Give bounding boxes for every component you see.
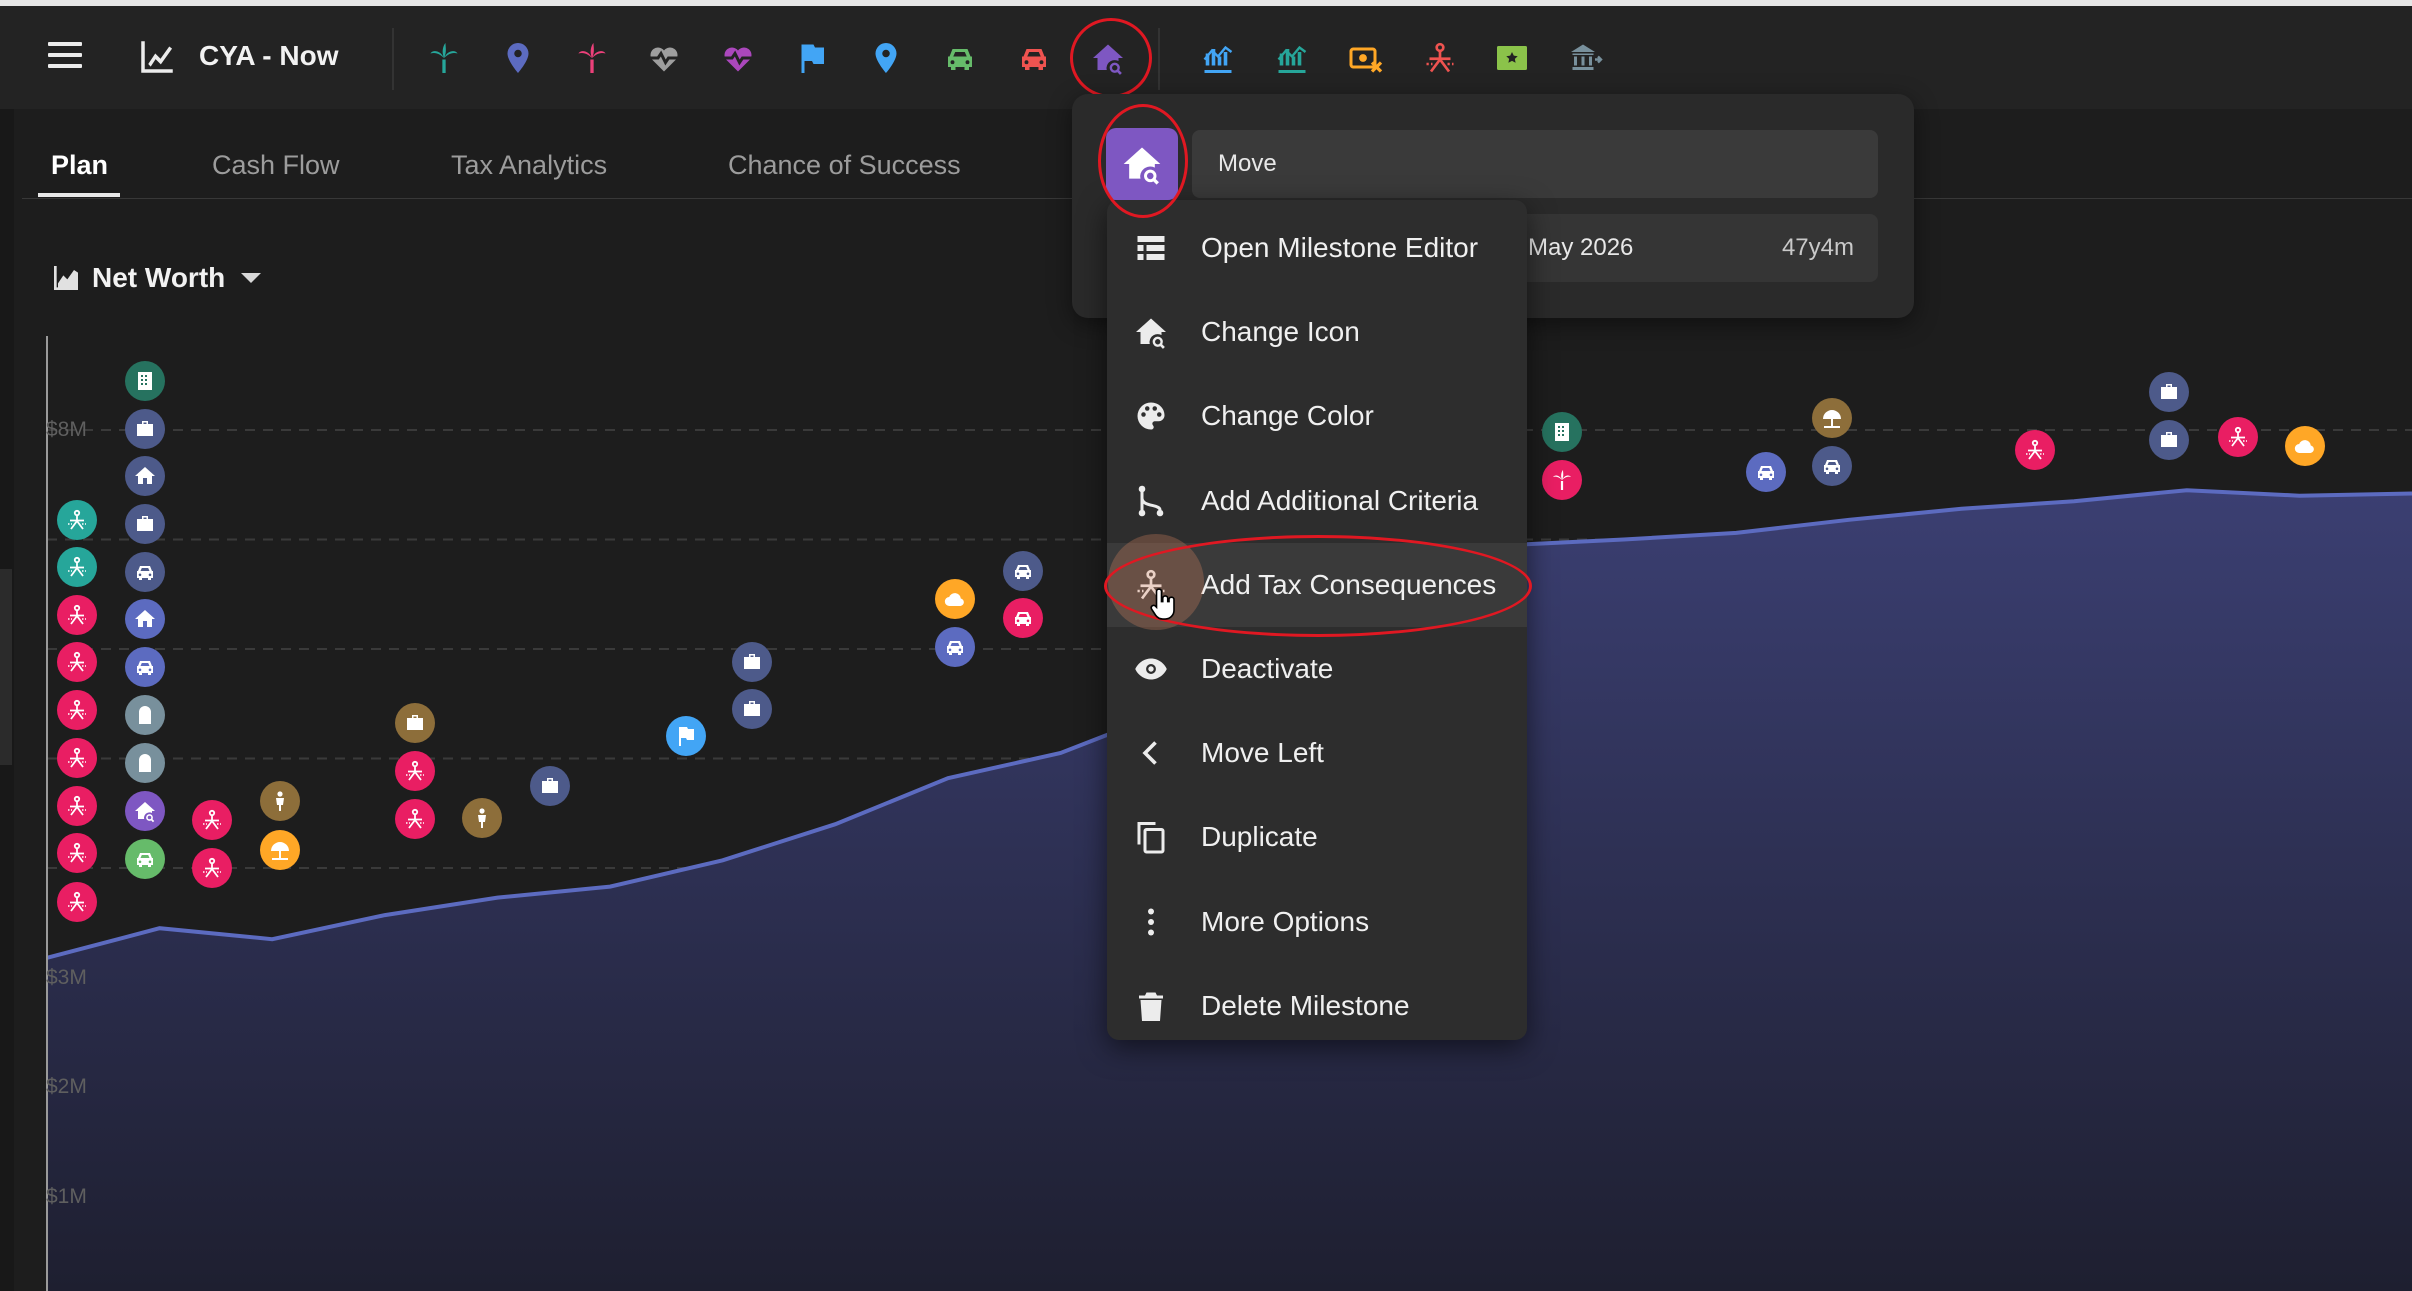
menu-item-label: Open Milestone Editor bbox=[1201, 232, 1479, 263]
milestone-marker-car-icon[interactable] bbox=[1003, 551, 1043, 591]
milestone-marker-briefcase-icon[interactable] bbox=[530, 766, 570, 806]
milestone-marker-tax-cut-icon[interactable] bbox=[395, 799, 435, 839]
menu-item-move-left[interactable]: Move Left bbox=[1107, 711, 1527, 795]
house-search-icon bbox=[1123, 147, 1161, 185]
milestone-marker-car-icon[interactable] bbox=[125, 552, 165, 592]
milestone-marker-tax-cut-icon[interactable] bbox=[57, 595, 97, 635]
milestone-marker-person-icon[interactable] bbox=[462, 798, 502, 838]
menu-item-label: Add Additional Criteria bbox=[1201, 484, 1479, 516]
menu-item-open-milestone-editor[interactable]: Open Milestone Editor bbox=[1107, 206, 1527, 290]
milestone-marker-tax-cut-icon[interactable] bbox=[57, 547, 97, 587]
y-tick-label: $1M bbox=[46, 1184, 87, 1208]
milestone-marker-car-icon[interactable] bbox=[1746, 452, 1786, 492]
menu-item-label: Deactivate bbox=[1201, 653, 1334, 684]
milestone-marker-tax-cut-icon[interactable] bbox=[57, 833, 97, 873]
milestone-marker-house-icon[interactable] bbox=[125, 456, 165, 496]
milestone-date: May 2026 bbox=[1528, 234, 1634, 261]
milestone-age: 47y4m bbox=[1781, 234, 1854, 261]
milestone-marker-building-icon[interactable] bbox=[125, 361, 165, 401]
milestone-marker-briefcase-icon[interactable] bbox=[125, 504, 165, 544]
milestone-marker-tax-cut-icon[interactable] bbox=[2015, 430, 2055, 470]
menu-item-change-icon[interactable]: Change Icon bbox=[1107, 290, 1527, 374]
milestone-marker-briefcase-icon[interactable] bbox=[395, 703, 435, 743]
menu-item-delete-milestone[interactable]: Delete Milestone bbox=[1107, 964, 1527, 1048]
milestone-marker-cloud-upload-icon[interactable] bbox=[935, 579, 975, 619]
menu-item-label: Duplicate bbox=[1201, 821, 1318, 853]
menu-item-add-additional-criteria[interactable]: Add Additional Criteria bbox=[1107, 459, 1527, 543]
menu-item-label: Move Left bbox=[1201, 737, 1324, 769]
milestone-marker-briefcase-icon[interactable] bbox=[2149, 372, 2189, 412]
y-tick-label: $8M bbox=[46, 418, 87, 441]
chevron-left-icon bbox=[1131, 733, 1171, 773]
menu-item-change-color[interactable]: Change Color bbox=[1107, 374, 1527, 458]
milestone-marker-tax-cut-icon[interactable] bbox=[57, 642, 97, 682]
milestone-marker-person-icon[interactable] bbox=[260, 781, 300, 821]
milestone-marker-tax-cut-icon[interactable] bbox=[57, 500, 97, 540]
menu-item-more-options[interactable]: More Options bbox=[1107, 880, 1527, 964]
menu-item-label: Change Icon bbox=[1201, 316, 1360, 348]
y-tick-label: $3M bbox=[46, 965, 87, 989]
dots-vertical-icon bbox=[1131, 902, 1171, 942]
milestone-marker-house-search-icon[interactable] bbox=[125, 791, 165, 831]
milestone-marker-briefcase-icon[interactable] bbox=[732, 689, 772, 729]
milestone-marker-flag-icon[interactable] bbox=[666, 716, 706, 756]
milestone-marker-house-icon[interactable] bbox=[125, 599, 165, 639]
milestone-marker-tax-cut-icon[interactable] bbox=[192, 848, 232, 888]
palette-icon bbox=[1131, 396, 1171, 436]
milestone-marker-car-icon[interactable] bbox=[935, 627, 975, 667]
menu-item-label: More Options bbox=[1201, 905, 1370, 937]
milestone-marker-building-icon[interactable] bbox=[1542, 412, 1582, 452]
milestone-marker-beach-icon[interactable] bbox=[260, 830, 300, 870]
house-search-icon bbox=[1131, 312, 1171, 352]
milestone-marker-car-icon[interactable] bbox=[125, 647, 165, 687]
menu-item-label: Add Tax Consequences bbox=[1201, 568, 1497, 600]
milestone-icon-button[interactable] bbox=[1106, 128, 1178, 200]
milestone-marker-tax-cut-icon[interactable] bbox=[57, 882, 97, 922]
source-branch-icon bbox=[1131, 481, 1171, 521]
milestone-marker-cloud-upload-icon[interactable] bbox=[2285, 426, 2325, 466]
milestone-marker-briefcase-icon[interactable] bbox=[2149, 420, 2189, 460]
duplicate-icon bbox=[1131, 817, 1171, 857]
trash-icon bbox=[1131, 986, 1171, 1026]
milestone-marker-tax-cut-icon[interactable] bbox=[2218, 417, 2258, 457]
milestone-marker-briefcase-icon[interactable] bbox=[125, 409, 165, 449]
milestone-marker-palm-tree-icon[interactable] bbox=[1542, 460, 1582, 500]
milestone-marker-tombstone-icon[interactable] bbox=[125, 743, 165, 783]
milestone-name-field[interactable]: Move bbox=[1192, 130, 1878, 198]
milestone-marker-tax-cut-icon[interactable] bbox=[395, 751, 435, 791]
milestone-marker-tax-cut-icon[interactable] bbox=[192, 800, 232, 840]
menu-item-duplicate[interactable]: Duplicate bbox=[1107, 795, 1527, 879]
milestone-marker-tax-cut-icon[interactable] bbox=[57, 738, 97, 778]
milestone-marker-tombstone-icon[interactable] bbox=[125, 695, 165, 735]
milestone-marker-tax-cut-icon[interactable] bbox=[57, 786, 97, 826]
menu-item-deactivate[interactable]: Deactivate bbox=[1107, 627, 1527, 711]
milestone-marker-car-icon[interactable] bbox=[1812, 446, 1852, 486]
milestone-marker-car-icon[interactable] bbox=[125, 839, 165, 879]
y-tick-label: $2M bbox=[46, 1075, 87, 1098]
milestone-marker-car-icon[interactable] bbox=[1003, 598, 1043, 638]
milestone-marker-briefcase-icon[interactable] bbox=[732, 642, 772, 682]
table-icon bbox=[1131, 228, 1171, 268]
eye-icon bbox=[1131, 649, 1171, 689]
milestone-marker-beach-icon[interactable] bbox=[1812, 398, 1852, 438]
menu-item-label: Delete Milestone bbox=[1201, 989, 1410, 1021]
milestone-marker-tax-cut-icon[interactable] bbox=[57, 690, 97, 730]
hand-pointer-icon bbox=[1150, 588, 1175, 620]
menu-item-label: Change Color bbox=[1201, 400, 1374, 432]
